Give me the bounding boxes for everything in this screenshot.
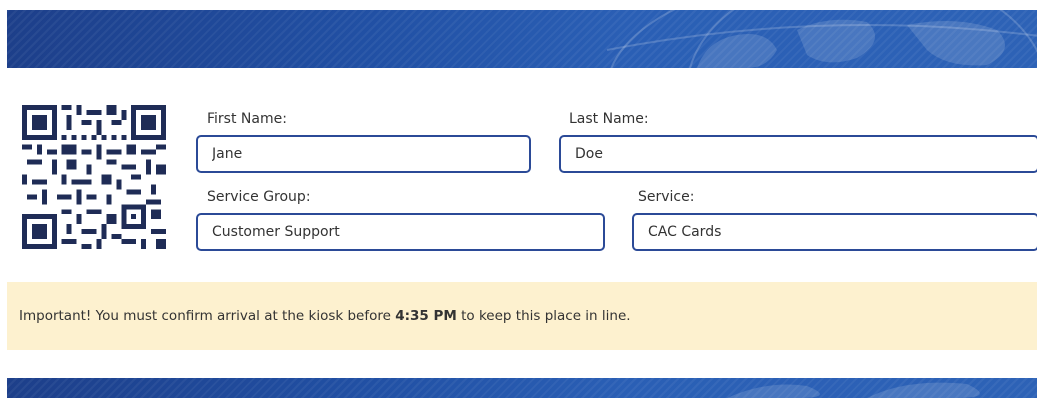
service-input[interactable] [632,213,1037,251]
header-banner [7,10,1037,68]
last-name-label: Last Name: [569,111,649,127]
notice-suffix: to keep this place in line. [456,308,631,324]
notice-time: 4:35 PM [395,308,457,324]
globe-graphic [727,382,980,398]
service-label: Service: [638,189,695,205]
first-name-input[interactable] [196,135,531,173]
service-group-input[interactable] [196,213,605,251]
qr-code-icon [22,105,166,249]
first-name-label: First Name: [207,111,287,127]
arrival-notice: Important! You must confirm arrival at t… [7,282,1037,350]
last-name-input[interactable] [559,135,1037,173]
service-group-label: Service Group: [207,189,311,205]
globe-graphic [606,10,1037,68]
notice-prefix: Important! You must confirm arrival at t… [19,308,396,324]
footer-banner [7,378,1037,398]
